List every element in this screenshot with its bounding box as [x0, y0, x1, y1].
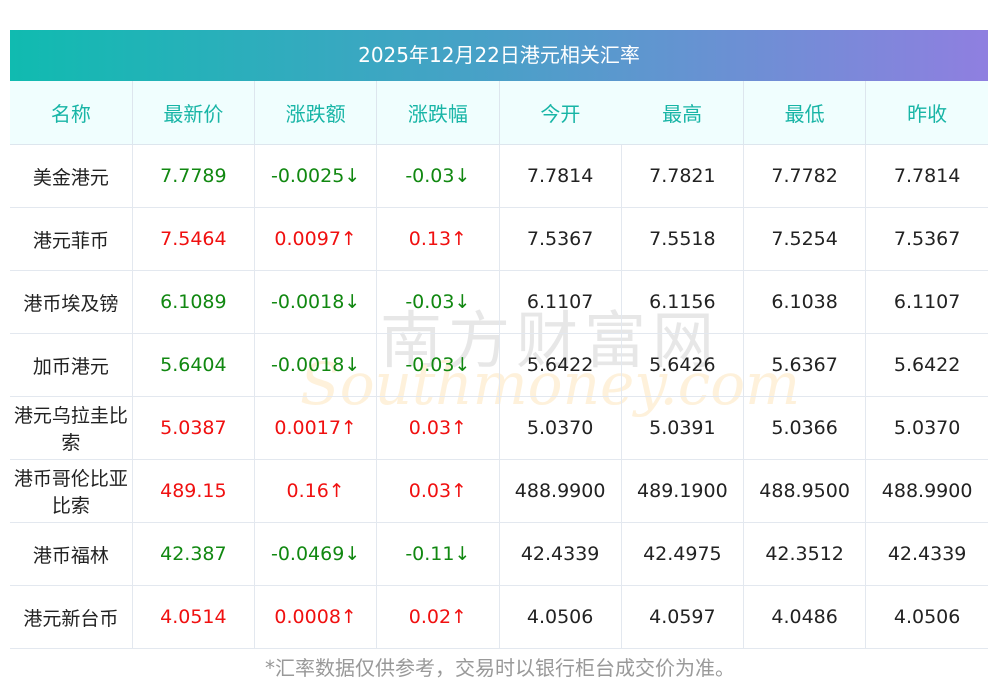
cell-open: 6.1107: [498, 270, 622, 334]
cell-name: 美金港元: [10, 144, 133, 208]
cell-latest: 489.15: [131, 459, 255, 523]
col-low: 最低: [742, 81, 866, 145]
disclaimer: *汇率数据仅供参考，交易时以银行柜台成交价为准。: [265, 656, 735, 680]
cell-prev: 4.0506: [865, 585, 988, 649]
exchange-rate-table: 名称 最新价 涨跌额 涨跌幅 今开 最高 最低 昨收 美金港元 7.7789 -0.…: [10, 81, 988, 649]
cell-prev: 5.6422: [865, 333, 988, 397]
cell-low: 7.7782: [742, 144, 866, 208]
cell-latest: 5.0387: [131, 396, 255, 460]
cell-change: -0.0469↓: [253, 522, 377, 586]
cell-prev: 5.0370: [865, 396, 988, 460]
cell-name: 港币福林: [10, 522, 133, 586]
cell-open: 4.0506: [498, 585, 622, 649]
col-name: 名称: [10, 81, 133, 145]
col-pct: 涨跌幅: [376, 81, 499, 145]
cell-open: 5.0370: [498, 396, 622, 460]
cell-change: 0.0097↑: [253, 207, 377, 271]
table-row: 港币福林 42.387 -0.0469↓ -0.11↓ 42.4339 42.4975 42…: [10, 522, 988, 586]
cell-latest: 5.6404: [131, 333, 255, 397]
col-prev: 昨收: [865, 81, 988, 145]
cell-latest: 7.7789: [131, 144, 255, 208]
cell-change: 0.0017↑: [253, 396, 377, 460]
cell-change: 0.16↑: [253, 459, 377, 523]
cell-pct: 0.02↑: [376, 585, 499, 649]
cell-high: 6.1156: [620, 270, 744, 334]
cell-prev: 488.9900: [865, 459, 988, 523]
cell-name: 港元菲币: [10, 207, 133, 271]
cell-open: 7.7814: [498, 144, 622, 208]
cell-prev: 7.7814: [865, 144, 988, 208]
table-row: 加币港元 5.6404 -0.0018↓ -0.03↓ 5.6422 5.6426 5.63…: [10, 333, 988, 397]
table-row: 港元乌拉圭比索 5.0387 0.0017↑ 0.03↑ 5.0370 5.0391 5.0…: [10, 396, 988, 460]
cell-pct: -0.11↓: [376, 522, 499, 586]
cell-open: 7.5367: [498, 207, 622, 271]
cell-change: -0.0018↓: [253, 333, 377, 397]
col-open: 今开: [498, 81, 622, 145]
cell-open: 5.6422: [498, 333, 622, 397]
cell-name: 港元新台币: [10, 585, 133, 649]
table-row: 美金港元 7.7789 -0.0025↓ -0.03↓ 7.7814 7.7821 7.77…: [10, 144, 988, 208]
table-row: 港币哥伦比亚比索 489.15 0.16↑ 0.03↑ 488.9900 489.1900…: [10, 459, 988, 523]
cell-name: 加币港元: [10, 333, 133, 397]
page-title: 2025年12月22日港元相关汇率: [10, 30, 988, 81]
cell-low: 42.3512: [742, 522, 866, 586]
table-row: 港元菲币 7.5464 0.0097↑ 0.13↑ 7.5367 7.5518 7.5254…: [10, 207, 988, 271]
table-header-row: 名称 最新价 涨跌额 涨跌幅 今开 最高 最低 昨收: [10, 81, 988, 145]
cell-latest: 42.387: [131, 522, 255, 586]
cell-low: 5.6367: [742, 333, 866, 397]
cell-pct: 0.03↑: [376, 459, 499, 523]
cell-high: 42.4975: [620, 522, 744, 586]
cell-prev: 6.1107: [865, 270, 988, 334]
cell-pct: 0.13↑: [376, 207, 499, 271]
cell-pct: -0.03↓: [376, 333, 499, 397]
cell-low: 488.9500: [742, 459, 866, 523]
cell-pct: -0.03↓: [376, 144, 499, 208]
cell-latest: 4.0514: [131, 585, 255, 649]
cell-low: 5.0366: [742, 396, 866, 460]
cell-low: 7.5254: [742, 207, 866, 271]
cell-name: 港币哥伦比亚比索: [10, 459, 133, 523]
cell-name: 港币埃及镑: [10, 270, 133, 334]
cell-open: 488.9900: [498, 459, 622, 523]
cell-high: 489.1900: [620, 459, 744, 523]
table-row: 港币埃及镑 6.1089 -0.0018↓ -0.03↓ 6.1107 6.1156 6.1…: [10, 270, 988, 334]
cell-open: 42.4339: [498, 522, 622, 586]
cell-low: 6.1038: [742, 270, 866, 334]
cell-high: 7.7821: [620, 144, 744, 208]
cell-change: -0.0018↓: [253, 270, 377, 334]
cell-latest: 6.1089: [131, 270, 255, 334]
cell-high: 5.0391: [620, 396, 744, 460]
col-high: 最高: [621, 81, 744, 145]
cell-prev: 7.5367: [865, 207, 988, 271]
cell-latest: 7.5464: [131, 207, 255, 271]
cell-change: -0.0025↓: [253, 144, 377, 208]
cell-high: 7.5518: [620, 207, 744, 271]
cell-change: 0.0008↑: [253, 585, 377, 649]
table-row: 港元新台币 4.0514 0.0008↑ 0.02↑ 4.0506 4.0597 4.048…: [10, 585, 988, 649]
col-latest: 最新价: [131, 81, 255, 145]
cell-pct: 0.03↑: [376, 396, 499, 460]
cell-pct: -0.03↓: [376, 270, 499, 334]
cell-high: 5.6426: [620, 333, 744, 397]
cell-high: 4.0597: [620, 585, 744, 649]
cell-name: 港元乌拉圭比索: [10, 396, 133, 460]
cell-low: 4.0486: [742, 585, 866, 649]
col-change: 涨跌额: [253, 81, 377, 145]
cell-prev: 42.4339: [865, 522, 988, 586]
